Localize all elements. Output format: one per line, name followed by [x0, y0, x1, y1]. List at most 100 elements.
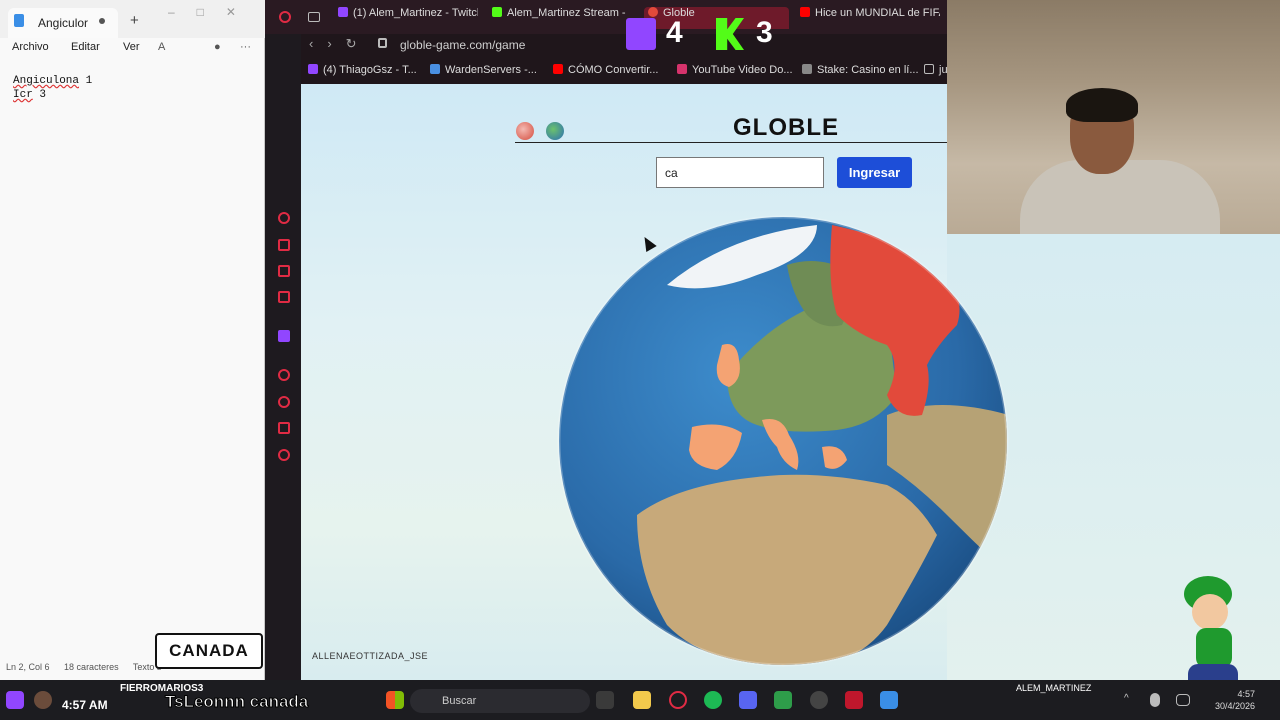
- line-score: 1: [85, 75, 93, 87]
- url-field[interactable]: globle-game.com/game: [400, 38, 525, 52]
- status-chars: 18 caracteres: [64, 662, 119, 672]
- tab-label: Hice un MUNDIAL de FIFA: [815, 7, 940, 19]
- notepad-text-area[interactable]: Angiculona 1 Icr 3: [13, 74, 92, 102]
- address-bar-area: [301, 34, 947, 58]
- overlay-name: ALEM_MARTINEZ: [1016, 683, 1092, 693]
- twitch-score: 4: [666, 16, 683, 49]
- menu-editar[interactable]: Editar: [71, 41, 100, 53]
- streamer-tag: ALLENAEOTTIZADA_JSE: [312, 651, 429, 661]
- task-view-icon[interactable]: [596, 691, 614, 709]
- bookmark-item[interactable]: (4) ThiagoGsz - T...: [308, 64, 417, 76]
- youtube-icon: [553, 64, 563, 74]
- player-icon[interactable]: [278, 369, 290, 381]
- text-line: Icr 3: [13, 88, 92, 102]
- answer-overlay: CANADA: [155, 633, 263, 669]
- twitch-taskbar-icon[interactable]: [6, 691, 24, 709]
- twitch-icon[interactable]: [278, 330, 290, 342]
- overlay-chat-text: TsLeonnn canada: [164, 692, 309, 712]
- line-score: 3: [39, 89, 47, 101]
- bookmark-folder[interactable]: ju: [924, 64, 948, 76]
- taskbar-search[interactable]: Buscar: [410, 689, 590, 713]
- image-icon[interactable]: [278, 265, 290, 277]
- tab-label: Alem_Martinez Stream - V: [507, 7, 627, 19]
- bookmark-item[interactable]: Stake: Casino en lí...: [802, 64, 919, 76]
- tab-youtube[interactable]: Hice un MUNDIAL de FIFA: [800, 7, 940, 29]
- avatar[interactable]: [34, 691, 52, 709]
- webcam-person: [1020, 160, 1220, 234]
- bookmark-item[interactable]: YouTube Video Do...: [677, 64, 793, 76]
- window-controls[interactable]: –□✕: [168, 5, 258, 19]
- download-icon: [677, 64, 687, 74]
- notepad-menubar: Archivo Editar Ver A ● ···: [0, 38, 265, 58]
- tab-menu-icon[interactable]: [308, 12, 320, 22]
- globe-green-icon[interactable]: [546, 122, 564, 140]
- youtube-icon: [800, 7, 810, 17]
- nav-buttons[interactable]: ‹›↻: [309, 36, 371, 52]
- account-icon[interactable]: ●: [214, 41, 221, 53]
- stake-icon: [802, 64, 812, 74]
- new-tab-plus-icon[interactable]: +: [130, 12, 139, 29]
- line-name: Icr: [13, 89, 33, 101]
- title-divider: [515, 142, 947, 143]
- bookmark-label: WardenServers -...: [445, 64, 537, 76]
- history-icon[interactable]: [278, 396, 290, 408]
- opera-menu-icon[interactable]: [279, 11, 291, 23]
- notepad-tab-title: Angiculor: [38, 16, 89, 30]
- bookmark-label: YouTube Video Do...: [692, 64, 793, 76]
- file-explorer-icon[interactable]: [633, 691, 651, 709]
- folder-icon: [924, 64, 934, 74]
- bookmark-label: CÓMO Convertir...: [568, 64, 659, 76]
- line-name: Angiculona: [13, 75, 80, 87]
- obs-icon[interactable]: [810, 691, 828, 709]
- menu-archivo[interactable]: Archivo: [12, 41, 49, 53]
- extensions-icon[interactable]: [278, 422, 290, 434]
- server-icon: [430, 64, 440, 74]
- discord-icon[interactable]: [739, 691, 757, 709]
- more-icon[interactable]: ···: [240, 41, 251, 53]
- spotify-icon[interactable]: [704, 691, 722, 709]
- messenger-icon[interactable]: [278, 291, 290, 303]
- taskbar-clock[interactable]: 4:57 30/4/2026: [1215, 688, 1255, 712]
- twitch-icon: [338, 7, 348, 17]
- bookmark-label: (4) ThiagoGsz - T...: [323, 64, 417, 76]
- globe-red-icon[interactable]: [516, 122, 534, 140]
- country-guess-input[interactable]: [656, 157, 824, 188]
- globe-map[interactable]: [557, 215, 1009, 667]
- notepad-file-icon: [14, 14, 24, 27]
- bookmark-item[interactable]: WardenServers -...: [430, 64, 537, 76]
- clock-date: 30/4/2026: [1215, 701, 1256, 711]
- notepad-statusbar: Ln 2, Col 6 18 caracteres Texto s: [6, 662, 173, 672]
- page-title: GLOBLE: [733, 114, 839, 141]
- tab-twitch[interactable]: (1) Alem_Martinez - Twitch: [338, 7, 478, 29]
- tab-label: (1) Alem_Martinez - Twitch: [353, 7, 478, 19]
- twitch-logo-icon: [626, 18, 656, 50]
- unsaved-dot-icon[interactable]: [99, 18, 105, 24]
- menu-ver[interactable]: Ver: [123, 41, 140, 53]
- kick-score: 3: [756, 16, 773, 49]
- browser-sidebar: [265, 0, 301, 680]
- microphone-icon[interactable]: [1150, 693, 1160, 707]
- app-icon[interactable]: [774, 691, 792, 709]
- tab-kick[interactable]: Alem_Martinez Stream - V: [492, 7, 627, 29]
- refresh-icon[interactable]: [278, 212, 290, 224]
- status-position: Ln 2, Col 6: [6, 662, 50, 672]
- clock-time: 4:57: [1237, 689, 1256, 699]
- opera-taskbar-icon[interactable]: [669, 691, 687, 709]
- shop-icon[interactable]: [278, 239, 290, 251]
- notepad-taskbar-icon[interactable]: [880, 691, 898, 709]
- bookmark-label: Stake: Casino en lí...: [817, 64, 919, 76]
- font-icon[interactable]: A: [158, 41, 165, 53]
- webcam-hair: [1066, 88, 1138, 122]
- notepad-window: [0, 0, 265, 680]
- twitch-icon: [308, 64, 318, 74]
- network-icon[interactable]: [1176, 694, 1190, 706]
- bookmark-item[interactable]: CÓMO Convertir...: [553, 64, 658, 76]
- submit-guess-button[interactable]: Ingresar: [837, 157, 912, 188]
- settings-icon[interactable]: [278, 449, 290, 461]
- kick-icon: [492, 7, 502, 17]
- lock-icon[interactable]: [378, 38, 387, 48]
- windows-start-icon[interactable]: [386, 691, 404, 709]
- chevron-up-icon[interactable]: ^: [1124, 693, 1136, 705]
- overlay-time: 4:57 AM: [62, 698, 108, 712]
- notification-app-icon[interactable]: [845, 691, 863, 709]
